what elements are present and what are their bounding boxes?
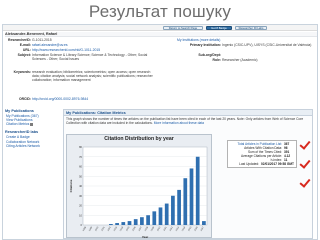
url-row: URL: http://www.researcherid.com/rid/G-1… (5, 48, 100, 52)
x-tick-label: 2001 (101, 226, 106, 232)
x-tick-label: 2010 (157, 226, 162, 232)
subject-row: Subject: Information Science & Library S… (5, 53, 155, 61)
bar (202, 221, 206, 225)
x-tick-label: 2007 (139, 226, 144, 232)
return-to-search-button[interactable]: Return to Search Page (163, 26, 203, 30)
x-tick-label: 2013 (176, 226, 181, 232)
chart-svg: 010203040506070801998 1999 2000 2001 2002 200… (69, 145, 208, 239)
stat-value: 02/01/2017 09:58 GMT (261, 162, 294, 166)
primary-institution-value: Ingenio (CSIC-UPV), UISYS (CSIC-Universi… (222, 43, 312, 47)
keywords-label: Keywords: (13, 70, 31, 74)
y-tick-label: 70 (79, 155, 82, 159)
bar (127, 221, 132, 225)
bar (109, 224, 113, 225)
stat-row: Last Updated: 02/01/2017 09:58 GMT (230, 162, 294, 166)
url-label: URL: (22, 48, 31, 52)
bar (177, 189, 181, 225)
orcid-row: ORCID: http://orcid.org/0000-0002-8976-9… (5, 97, 88, 101)
bar (164, 203, 169, 225)
x-tick-label: 2002 (108, 226, 113, 232)
y-tick-label: 60 (79, 165, 82, 169)
x-tick-label: 2006 (132, 226, 137, 232)
x-tick-label: 1998 (83, 226, 88, 232)
role-label: Role: (212, 58, 221, 62)
x-tick-label: 2011 (163, 226, 167, 232)
researcherid-label: ResearcherID: (8, 38, 31, 42)
researcherid-row: ResearcherID: G-1011-2015 (5, 38, 52, 42)
email-label: E-mail: (19, 43, 31, 47)
sub-org-row: Sub-org/Dept: (177, 53, 221, 57)
researcher-name: Aleksandre-Benevent, Rafael (5, 32, 58, 36)
x-tick-label: 2017 (201, 226, 206, 232)
bar (115, 223, 119, 225)
bar (133, 219, 138, 225)
citation-stats-box: Total Articles in Publication List: 367 Ar… (227, 140, 297, 168)
checkmark-icon (301, 158, 311, 168)
y-axis-label: Citations (69, 179, 73, 192)
citation-metrics-description: This graph shows the number of times the… (64, 116, 312, 126)
bar (171, 195, 175, 225)
x-tick-label: 2009 (151, 226, 156, 232)
subject-value: Information Science & Library Science; S… (32, 53, 148, 62)
nav-labs-heading[interactable]: ResearcherID labs (5, 130, 59, 134)
y-tick-label: 30 (79, 194, 82, 198)
x-tick-label: 2005 (126, 226, 131, 232)
x-tick-label: 2008 (145, 226, 150, 232)
nav-citing-articles-network[interactable]: Citing Articles Network (6, 144, 59, 148)
primary-institution-row: Primary Institution: Ingenio (CSIC-UPV),… (177, 43, 315, 47)
bar (146, 215, 150, 225)
x-axis-label: Year (142, 235, 149, 239)
email-row: E-mail: rafael.alexandre@uv.es (5, 43, 68, 47)
citation-chart: Citation Distribution by year 0 10 20 30 40 5… (66, 134, 212, 239)
keywords-row: Keywords: research evaluation; bibliomet… (5, 70, 155, 82)
bar (152, 211, 157, 225)
checkmark-icon (301, 177, 311, 187)
slide-title: Результат пошуку (88, 2, 232, 21)
nav-my-publications-heading[interactable]: My Publications (5, 109, 59, 113)
role-value: Researcher (Academic) (221, 58, 258, 62)
orcid-link[interactable]: http://orcid.org/0000-0002-8976-9844 (32, 97, 88, 101)
my-institutions-heading[interactable]: My Institutions (more details) (177, 38, 220, 42)
sub-org-label: Sub-org/Dept: (198, 53, 221, 57)
researcherid-value: G-1011-2015 (31, 38, 52, 42)
role-row: Role: Researcher (Academic) (177, 58, 258, 62)
bar (121, 222, 126, 225)
x-tick-label: 2015 (188, 226, 193, 232)
y-tick-label: 10 (79, 213, 82, 217)
arrow-icon (30, 122, 34, 126)
subject-label: Subject: (17, 53, 31, 57)
url-link[interactable]: http://www.researcherid.com/rid/G-1011-2… (32, 48, 100, 52)
bar (140, 217, 144, 225)
stat-label: Last Updated: (239, 162, 260, 166)
bar (189, 168, 194, 225)
bar (158, 207, 163, 225)
email-link[interactable]: rafael.alexandre@uv.es (32, 43, 68, 47)
get-badge-button[interactable]: Get 8 Badge (206, 26, 232, 30)
x-tick-label: 2016 (194, 226, 199, 232)
more-information-link[interactable]: More information about these data (154, 121, 204, 125)
bar (183, 178, 188, 225)
x-tick-label: 2004 (120, 226, 125, 232)
x-tick-label: 1999 (89, 226, 94, 232)
nav-citation-metrics-label: Citation Metrics (6, 122, 30, 127)
y-tick-label: 50 (79, 174, 82, 178)
left-navigation: My Publications My Publications (367) Vi… (5, 109, 59, 148)
researcherid-labs-button[interactable]: Researcher ID Labs (235, 26, 267, 30)
orcid-label: ORCID: (18, 97, 31, 101)
primary-institution-label: Primary Institution: (189, 43, 221, 47)
researcherid-screenshot: Return to Search Page Get 8 Badge Resear… (2, 24, 318, 240)
x-tick-label: 2012 (170, 226, 175, 232)
citation-metrics-panel: My Publications: Citation Metrics This g… (63, 109, 313, 239)
checkmark-icon (301, 139, 311, 149)
y-tick-label: 0 (81, 223, 83, 227)
y-tick-label: 20 (79, 204, 82, 208)
x-tick-label: 2003 (114, 226, 119, 232)
x-tick-label: 2014 (182, 226, 187, 232)
y-tick-label: 40 (79, 184, 82, 188)
y-tick-label: 80 (79, 145, 82, 149)
top-toolbar: Return to Search Page Get 8 Badge Resear… (3, 25, 317, 31)
keywords-value: research evaluation; bibliometrics; scie… (32, 70, 153, 83)
bar (195, 156, 200, 225)
x-tick-label: 2000 (95, 226, 100, 232)
